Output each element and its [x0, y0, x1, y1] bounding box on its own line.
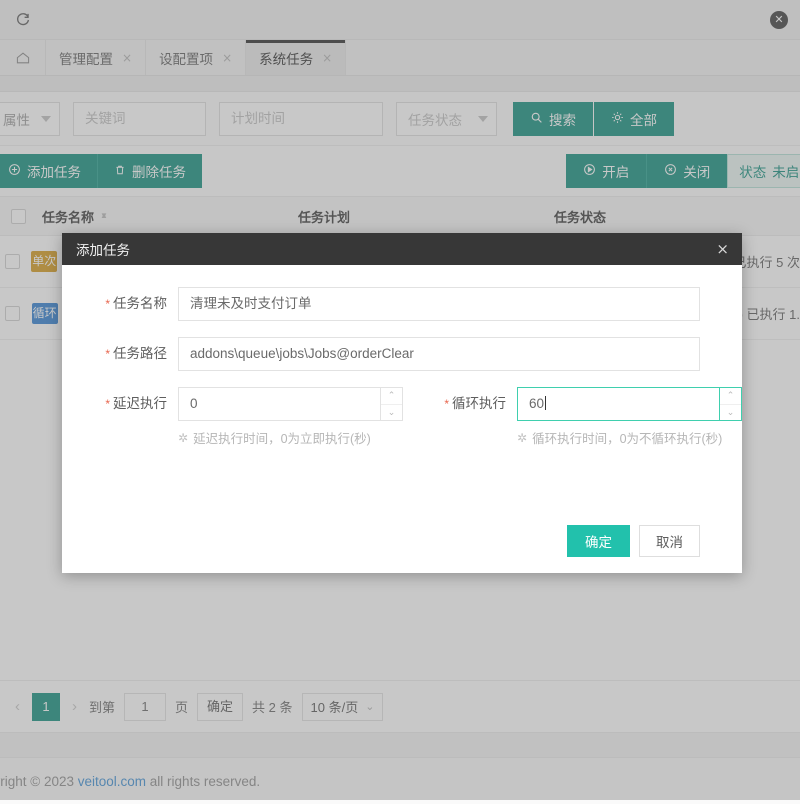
loop-label-text: 循环执行: [452, 396, 506, 411]
task-name-label-text: 任务名称: [113, 296, 167, 311]
delay-stepper[interactable]: ⌃ ⌄: [380, 388, 402, 420]
task-name-control: 清理未及时支付订单: [178, 287, 700, 321]
text-caret: [545, 396, 546, 410]
task-name-input[interactable]: 清理未及时支付订单: [178, 287, 700, 321]
dialog-footer: 确定 取消: [62, 509, 742, 573]
dialog-body: *任务名称 清理未及时支付订单 *任务路径 addons\queue\jobs\…: [62, 265, 742, 447]
task-name-label: *任务名称: [86, 287, 178, 321]
stepper-down-icon[interactable]: ⌄: [381, 405, 402, 421]
loop-input[interactable]: 60: [517, 387, 742, 421]
add-task-dialog: 添加任务 × *任务名称 清理未及时支付订单 *任务路径 addons\queu…: [62, 233, 742, 573]
loop-stepper[interactable]: ⌃ ⌄: [719, 388, 741, 420]
delay-input[interactable]: 0: [178, 387, 403, 421]
field-row-task-path: *任务路径 addons\queue\jobs\Jobs@orderClear: [86, 337, 718, 371]
field-row-task-name: *任务名称 清理未及时支付订单: [86, 287, 718, 321]
dialog-title-bar: 添加任务 ×: [62, 233, 742, 265]
dialog-title: 添加任务: [76, 239, 130, 259]
delay-label-text: 延迟执行: [113, 396, 167, 411]
task-path-label: *任务路径: [86, 337, 178, 371]
task-path-input[interactable]: addons\queue\jobs\Jobs@orderClear: [178, 337, 700, 371]
dialog-cancel-button[interactable]: 取消: [639, 525, 700, 557]
loop-hint: ✲ 循环执行时间，0为不循环执行(秒): [517, 428, 742, 447]
gear-icon: ✲: [178, 431, 188, 445]
loop-input-value: 60: [529, 396, 544, 411]
required-mark: *: [444, 397, 449, 411]
stepper-up-icon[interactable]: ⌃: [381, 388, 402, 405]
field-row-delay-loop: *延迟执行 0 ⌃ ⌄ ✲ 延迟执行时间，0为立即执行(秒): [86, 387, 718, 447]
delay-control: 0 ⌃ ⌄ ✲ 延迟执行时间，0为立即执行(秒): [178, 387, 403, 447]
loop-hint-text: 循环执行时间，0为不循环执行(秒): [532, 428, 722, 447]
required-mark: *: [105, 297, 110, 311]
field-group-loop: *循环执行 60 ⌃ ⌄ ✲ 循环执行时间，0为不循环执行(秒): [425, 387, 742, 447]
required-mark: *: [105, 347, 110, 361]
task-path-control: addons\queue\jobs\Jobs@orderClear: [178, 337, 700, 371]
required-mark: *: [105, 397, 110, 411]
delay-hint: ✲ 延迟执行时间，0为立即执行(秒): [178, 428, 403, 447]
loop-label: *循环执行: [425, 387, 517, 421]
loop-control: 60 ⌃ ⌄ ✲ 循环执行时间，0为不循环执行(秒): [517, 387, 742, 447]
field-group-delay: *延迟执行 0 ⌃ ⌄ ✲ 延迟执行时间，0为立即执行(秒): [86, 387, 403, 447]
gear-icon: ✲: [517, 431, 527, 445]
delay-label: *延迟执行: [86, 387, 178, 421]
dialog-close-icon[interactable]: ×: [716, 242, 729, 257]
delay-hint-text: 延迟执行时间，0为立即执行(秒): [193, 428, 371, 447]
dialog-confirm-button[interactable]: 确定: [567, 525, 630, 557]
stepper-up-icon[interactable]: ⌃: [720, 388, 741, 405]
stepper-down-icon[interactable]: ⌄: [720, 405, 741, 421]
task-path-label-text: 任务路径: [113, 346, 167, 361]
